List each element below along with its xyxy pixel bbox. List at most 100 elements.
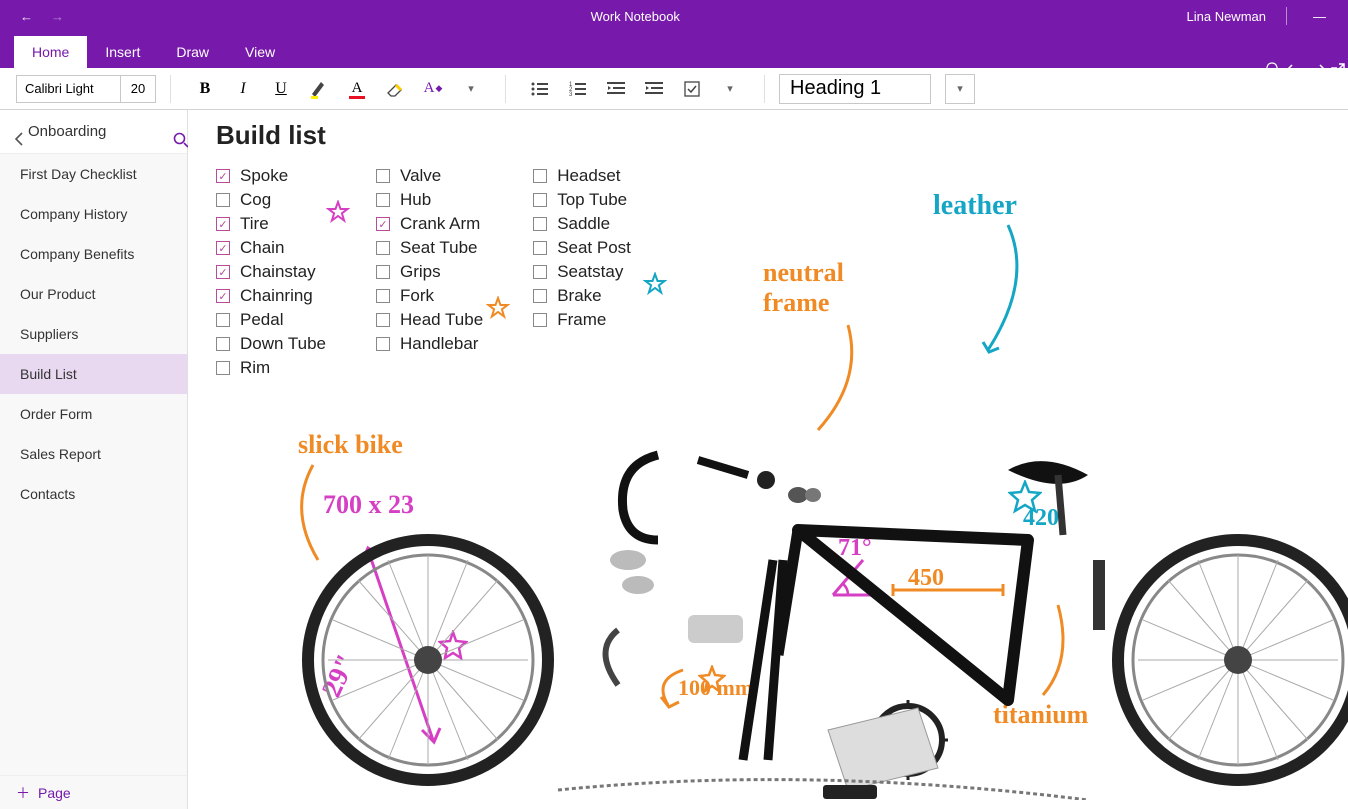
divider [1286, 7, 1287, 25]
more-font-dropdown[interactable]: ▾ [461, 76, 481, 102]
checkbox-icon[interactable] [533, 217, 547, 231]
checkbox-icon[interactable] [216, 361, 230, 375]
checkbox-icon[interactable] [376, 241, 390, 255]
checkbox-icon[interactable] [533, 169, 547, 183]
checklist-label: Frame [557, 310, 606, 330]
checkbox-icon[interactable]: ✓ [216, 265, 230, 279]
checkbox-icon[interactable] [533, 241, 547, 255]
page-item[interactable]: Company History [0, 194, 187, 234]
page-title[interactable]: Build list [216, 120, 326, 151]
checklist-label: Rim [240, 358, 270, 378]
page-item[interactable]: Company Benefits [0, 234, 187, 274]
italic-button[interactable]: I [233, 76, 253, 102]
number-list-button[interactable]: 123 [568, 76, 588, 102]
forward-arrow[interactable]: → [51, 9, 64, 24]
font-name-input[interactable] [17, 76, 121, 102]
page-item[interactable]: Order Form [0, 394, 187, 434]
checklist-label: Seatstay [557, 262, 623, 282]
style-selector[interactable] [779, 74, 931, 104]
font-selector[interactable] [16, 75, 156, 103]
checklist-item[interactable]: Pedal [216, 310, 326, 330]
font-color-button[interactable]: A [347, 76, 367, 102]
checklist-label: Seat Tube [400, 238, 478, 258]
checklist-area[interactable]: ✓Spoke Cog ✓ Tire ✓Chain ✓Chainstay ✓Chainring… [216, 166, 631, 378]
checklist-item[interactable]: Saddle [533, 214, 631, 234]
checklist-item[interactable]: Seatstay [533, 262, 631, 282]
checklist-item[interactable]: Frame [533, 310, 631, 330]
checkbox-icon[interactable] [376, 337, 390, 351]
checkbox-icon[interactable] [376, 169, 390, 183]
clear-format-button[interactable]: A◆ [423, 76, 443, 102]
user-name[interactable]: Lina Newman [1187, 9, 1267, 24]
style-input[interactable] [780, 75, 930, 103]
more-para-dropdown[interactable]: ▾ [720, 76, 740, 102]
checkbox-icon[interactable]: ✓ [216, 289, 230, 303]
section-name[interactable]: Onboarding [28, 123, 159, 140]
checklist-item[interactable]: Brake [533, 286, 631, 306]
checklist-item[interactable]: Grips [376, 262, 483, 282]
bullet-list-button[interactable] [530, 76, 550, 102]
checklist-item[interactable]: Cog [216, 190, 326, 210]
checklist-label: Tire [240, 214, 269, 234]
minimize-button[interactable]: ― [1307, 9, 1332, 24]
checkbox-icon[interactable] [376, 193, 390, 207]
checkbox-icon[interactable] [376, 289, 390, 303]
checkbox-icon[interactable] [216, 337, 230, 351]
tab-draw[interactable]: Draw [158, 36, 227, 68]
add-page-button[interactable]: ＋ Page [0, 775, 187, 809]
checklist-item[interactable]: ✓ Tire [216, 214, 326, 234]
checklist-label: Cog [240, 190, 271, 210]
checkbox-icon[interactable]: ✓ [216, 241, 230, 255]
checklist-label: Seat Post [557, 238, 631, 258]
checklist-item[interactable]: Headset [533, 166, 631, 186]
checkbox-icon[interactable] [533, 313, 547, 327]
tab-view[interactable]: View [227, 36, 293, 68]
tab-home[interactable]: Home [14, 36, 87, 68]
tab-insert[interactable]: Insert [87, 36, 158, 68]
checklist-item[interactable]: Down Tube [216, 334, 326, 354]
eraser-button[interactable] [385, 76, 405, 102]
page-item[interactable]: Suppliers [0, 314, 187, 354]
checklist-item[interactable]: Seat Tube [376, 238, 483, 258]
checkbox-icon[interactable] [533, 289, 547, 303]
checkbox-icon[interactable] [376, 313, 390, 327]
outdent-button[interactable] [606, 76, 626, 102]
style-dropdown[interactable]: ▾ [945, 74, 975, 104]
checkbox-icon[interactable] [376, 265, 390, 279]
indent-button[interactable] [644, 76, 664, 102]
checklist-item[interactable]: ✓Chain [216, 238, 326, 258]
checklist-item[interactable]: Head Tube [376, 310, 483, 330]
checklist-label: Handlebar [400, 334, 478, 354]
checkbox-icon[interactable] [216, 193, 230, 207]
checkbox-icon[interactable]: ✓ [216, 217, 230, 231]
checkbox-icon[interactable]: ✓ [216, 169, 230, 183]
checkbox-icon[interactable] [533, 193, 547, 207]
page-item[interactable]: Contacts [0, 474, 187, 514]
checklist-item[interactable]: Fork [376, 286, 483, 306]
checkbox-icon[interactable] [533, 265, 547, 279]
todo-button[interactable] [682, 76, 702, 102]
checklist-item[interactable]: Seat Post [533, 238, 631, 258]
bold-button[interactable]: B [195, 76, 215, 102]
checklist-item[interactable]: Valve [376, 166, 483, 186]
page-item[interactable]: Sales Report [0, 434, 187, 474]
highlight-button[interactable] [309, 76, 329, 102]
checkbox-icon[interactable] [216, 313, 230, 327]
checklist-item[interactable]: ✓Chainring [216, 286, 326, 306]
checklist-item[interactable]: ✓ Crank Arm [376, 214, 483, 234]
font-size-input[interactable] [121, 76, 155, 102]
checklist-item[interactable]: ✓Spoke [216, 166, 326, 186]
checklist-item[interactable]: Handlebar [376, 334, 483, 354]
checklist-item[interactable]: Top Tube [533, 190, 631, 210]
underline-button[interactable]: U [271, 76, 291, 102]
checklist-item[interactable]: Hub [376, 190, 483, 210]
page-item[interactable]: First Day Checklist [0, 154, 187, 194]
page-item[interactable]: Our Product [0, 274, 187, 314]
page-item[interactable]: Build List [0, 354, 187, 394]
checklist-item[interactable]: ✓Chainstay [216, 262, 326, 282]
checklist-label: Grips [400, 262, 441, 282]
back-arrow[interactable]: ← [20, 9, 33, 24]
checklist-label: Crank Arm [400, 214, 480, 234]
checklist-label: Down Tube [240, 334, 326, 354]
checkbox-icon[interactable]: ✓ [376, 217, 390, 231]
